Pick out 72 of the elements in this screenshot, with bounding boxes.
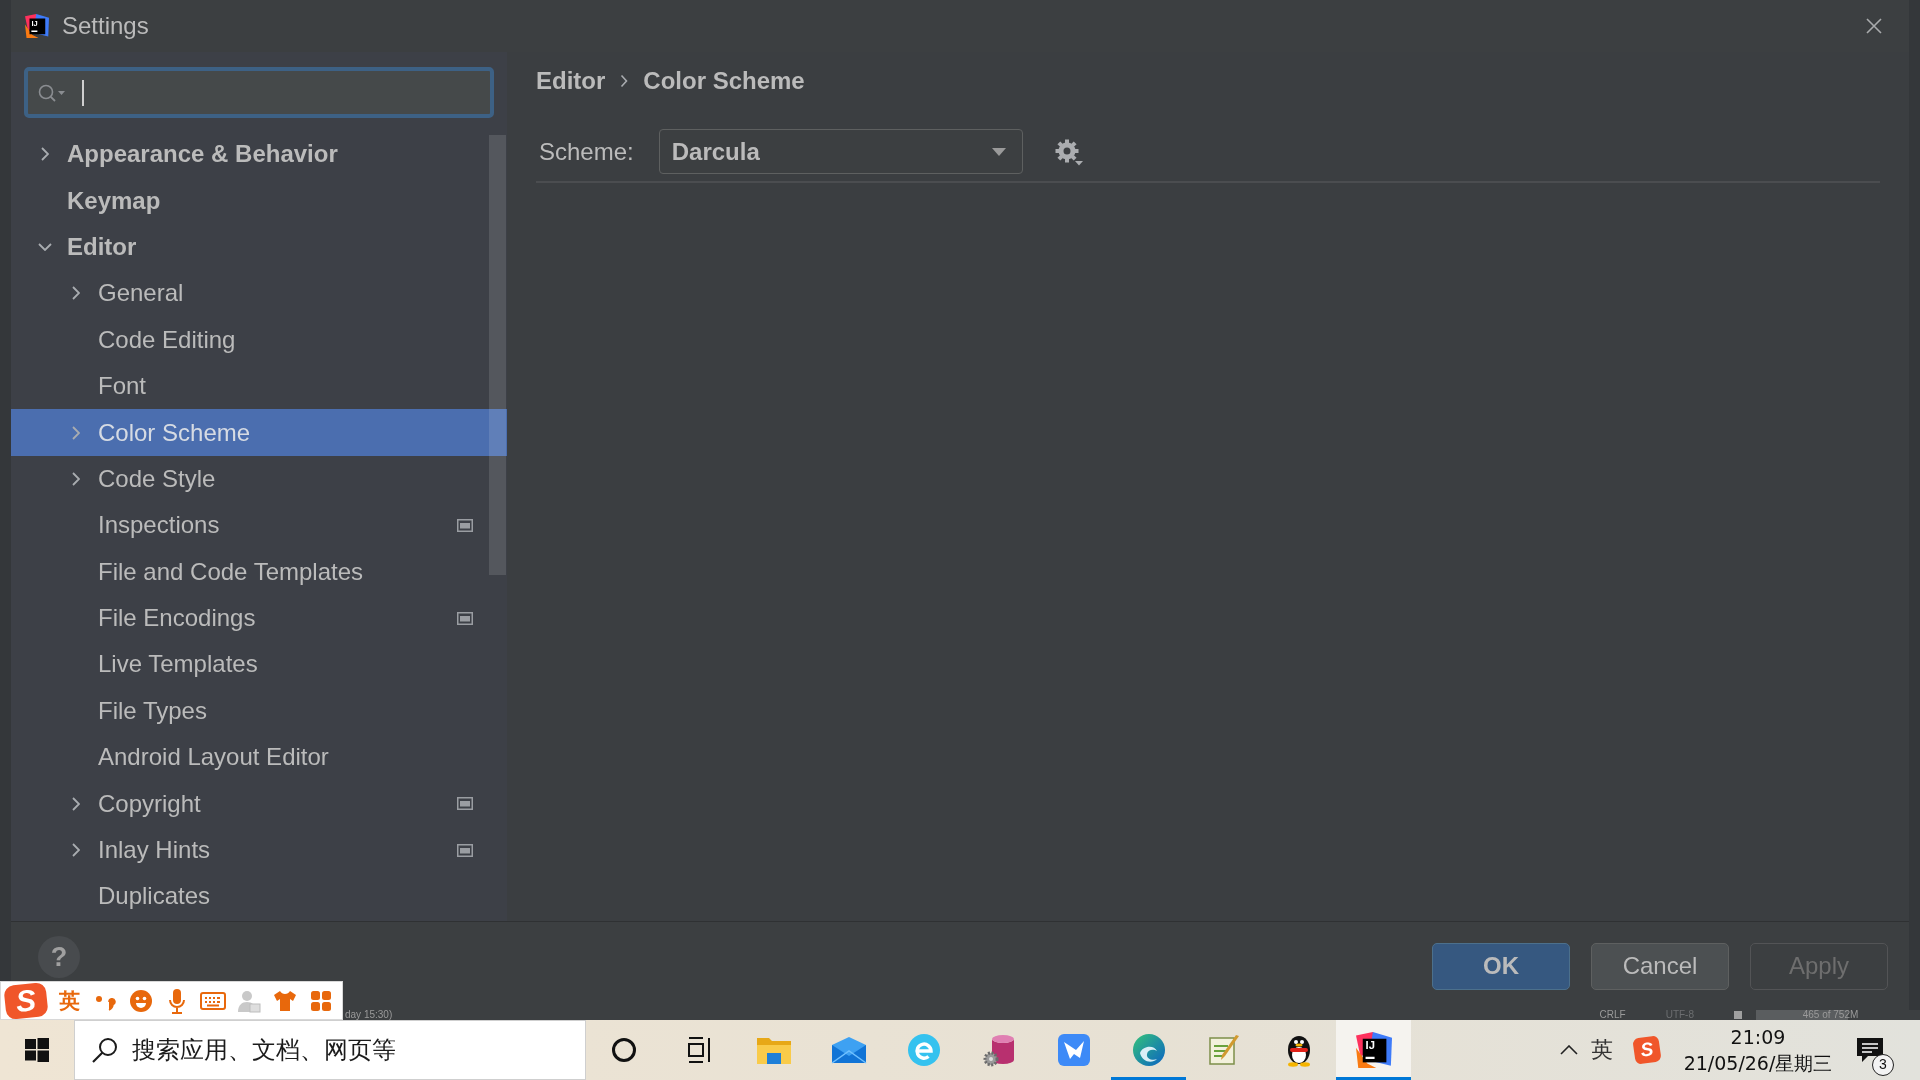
scrollbar-thumb[interactable] (489, 135, 506, 575)
smiley-icon[interactable] (129, 988, 153, 1013)
chevron-right-icon[interactable] (72, 425, 80, 440)
tree-item[interactable]: Code Style (11, 455, 507, 503)
database-gear-icon (981, 1033, 1016, 1067)
chevron-right-icon[interactable] (72, 286, 80, 301)
search-icon (91, 1036, 119, 1064)
tree-item[interactable]: Color Scheme (11, 409, 507, 456)
scheme-dropdown[interactable]: Darcula (658, 129, 1023, 174)
chevron-up-icon[interactable] (1560, 1045, 1578, 1055)
app-logo: IJ (1355, 1032, 1392, 1068)
ime-logo[interactable]: S (1632, 1035, 1662, 1065)
breadcrumb-chevron-icon (620, 74, 629, 88)
notification-badge: 3 (1872, 1054, 1894, 1076)
tree-item[interactable]: Copyright (11, 780, 507, 827)
task-view-icon (685, 1037, 712, 1063)
keyboard-icon[interactable] (200, 991, 226, 1010)
swirl-browser-icon (1132, 1034, 1165, 1066)
tree-item[interactable]: File Encodings (11, 594, 507, 642)
status-text: day 15:30) (345, 1010, 393, 1020)
window-title: Settings (62, 12, 149, 40)
clock-date: 21/05/26/星期三 (1683, 1051, 1833, 1076)
logo-text: S (1639, 1039, 1655, 1061)
circle-app-icon (907, 1034, 940, 1066)
status-text: CRLF (1599, 1010, 1626, 1020)
app-logo: IJ (25, 14, 49, 38)
ring-icon (611, 1038, 636, 1062)
tree-item[interactable]: File and Code Templates (11, 548, 507, 595)
tree-item[interactable]: Inspections (11, 502, 507, 549)
field-label: Scheme: (539, 137, 634, 166)
status-icon (1734, 1011, 1742, 1019)
grid-icon[interactable] (310, 989, 332, 1012)
bird-app-icon (1057, 1034, 1090, 1066)
notepad-pencil-icon (1207, 1034, 1240, 1066)
logo-text: S (14, 983, 38, 1018)
t-shirt-icon[interactable] (273, 989, 297, 1012)
microphone-icon[interactable] (168, 987, 186, 1014)
cancel-button[interactable]: Cancel (1591, 942, 1729, 990)
chevron-right-icon[interactable] (72, 796, 80, 811)
ok-button[interactable]: OK (1432, 942, 1570, 990)
taskbar-button[interactable]: IJ (1336, 1020, 1411, 1080)
chevron-right-icon[interactable] (41, 147, 49, 162)
chevron-right-icon[interactable] (72, 843, 80, 858)
folder-icon (755, 1035, 792, 1065)
gear-icon[interactable] (1053, 137, 1084, 166)
input-mode-indicator[interactable]: 英 (1584, 1035, 1620, 1065)
search-field[interactable] (24, 67, 494, 118)
caret-icon (991, 147, 1006, 156)
input-mode-label[interactable]: 英 (51, 986, 87, 1015)
tree-item[interactable]: Live Templates (11, 641, 507, 688)
breadcrumb-item: Color Scheme (643, 67, 805, 95)
tree-item[interactable]: Inlay Hints (11, 826, 507, 874)
tree-item[interactable]: Keymap (11, 177, 507, 224)
tree-item[interactable]: Appearance & Behavior (11, 131, 507, 178)
tree-item[interactable]: Code Editing (11, 316, 507, 363)
chevron-right-icon[interactable] (72, 471, 80, 486)
ime-logo[interactable]: S (3, 981, 49, 1020)
tree-item[interactable]: Duplicates (11, 873, 507, 920)
tree-item[interactable]: Editor (11, 223, 507, 271)
clock-time: 21:09 (1730, 1025, 1786, 1050)
tree-item[interactable]: General (11, 270, 507, 317)
windows-logo-icon (25, 1038, 49, 1062)
close-icon[interactable] (1866, 18, 1882, 34)
chevron-down-icon[interactable] (38, 242, 52, 251)
search-icon (38, 83, 66, 102)
tree-item[interactable]: Font (11, 362, 507, 410)
envelope-icon (830, 1036, 867, 1064)
help-button[interactable]: ? (38, 936, 80, 978)
text-cursor-icon (82, 79, 84, 106)
tree-item[interactable]: Android Layout Editor (11, 734, 507, 781)
breadcrumb-item: Editor (536, 67, 606, 95)
tree-item[interactable]: File Types (11, 687, 507, 735)
